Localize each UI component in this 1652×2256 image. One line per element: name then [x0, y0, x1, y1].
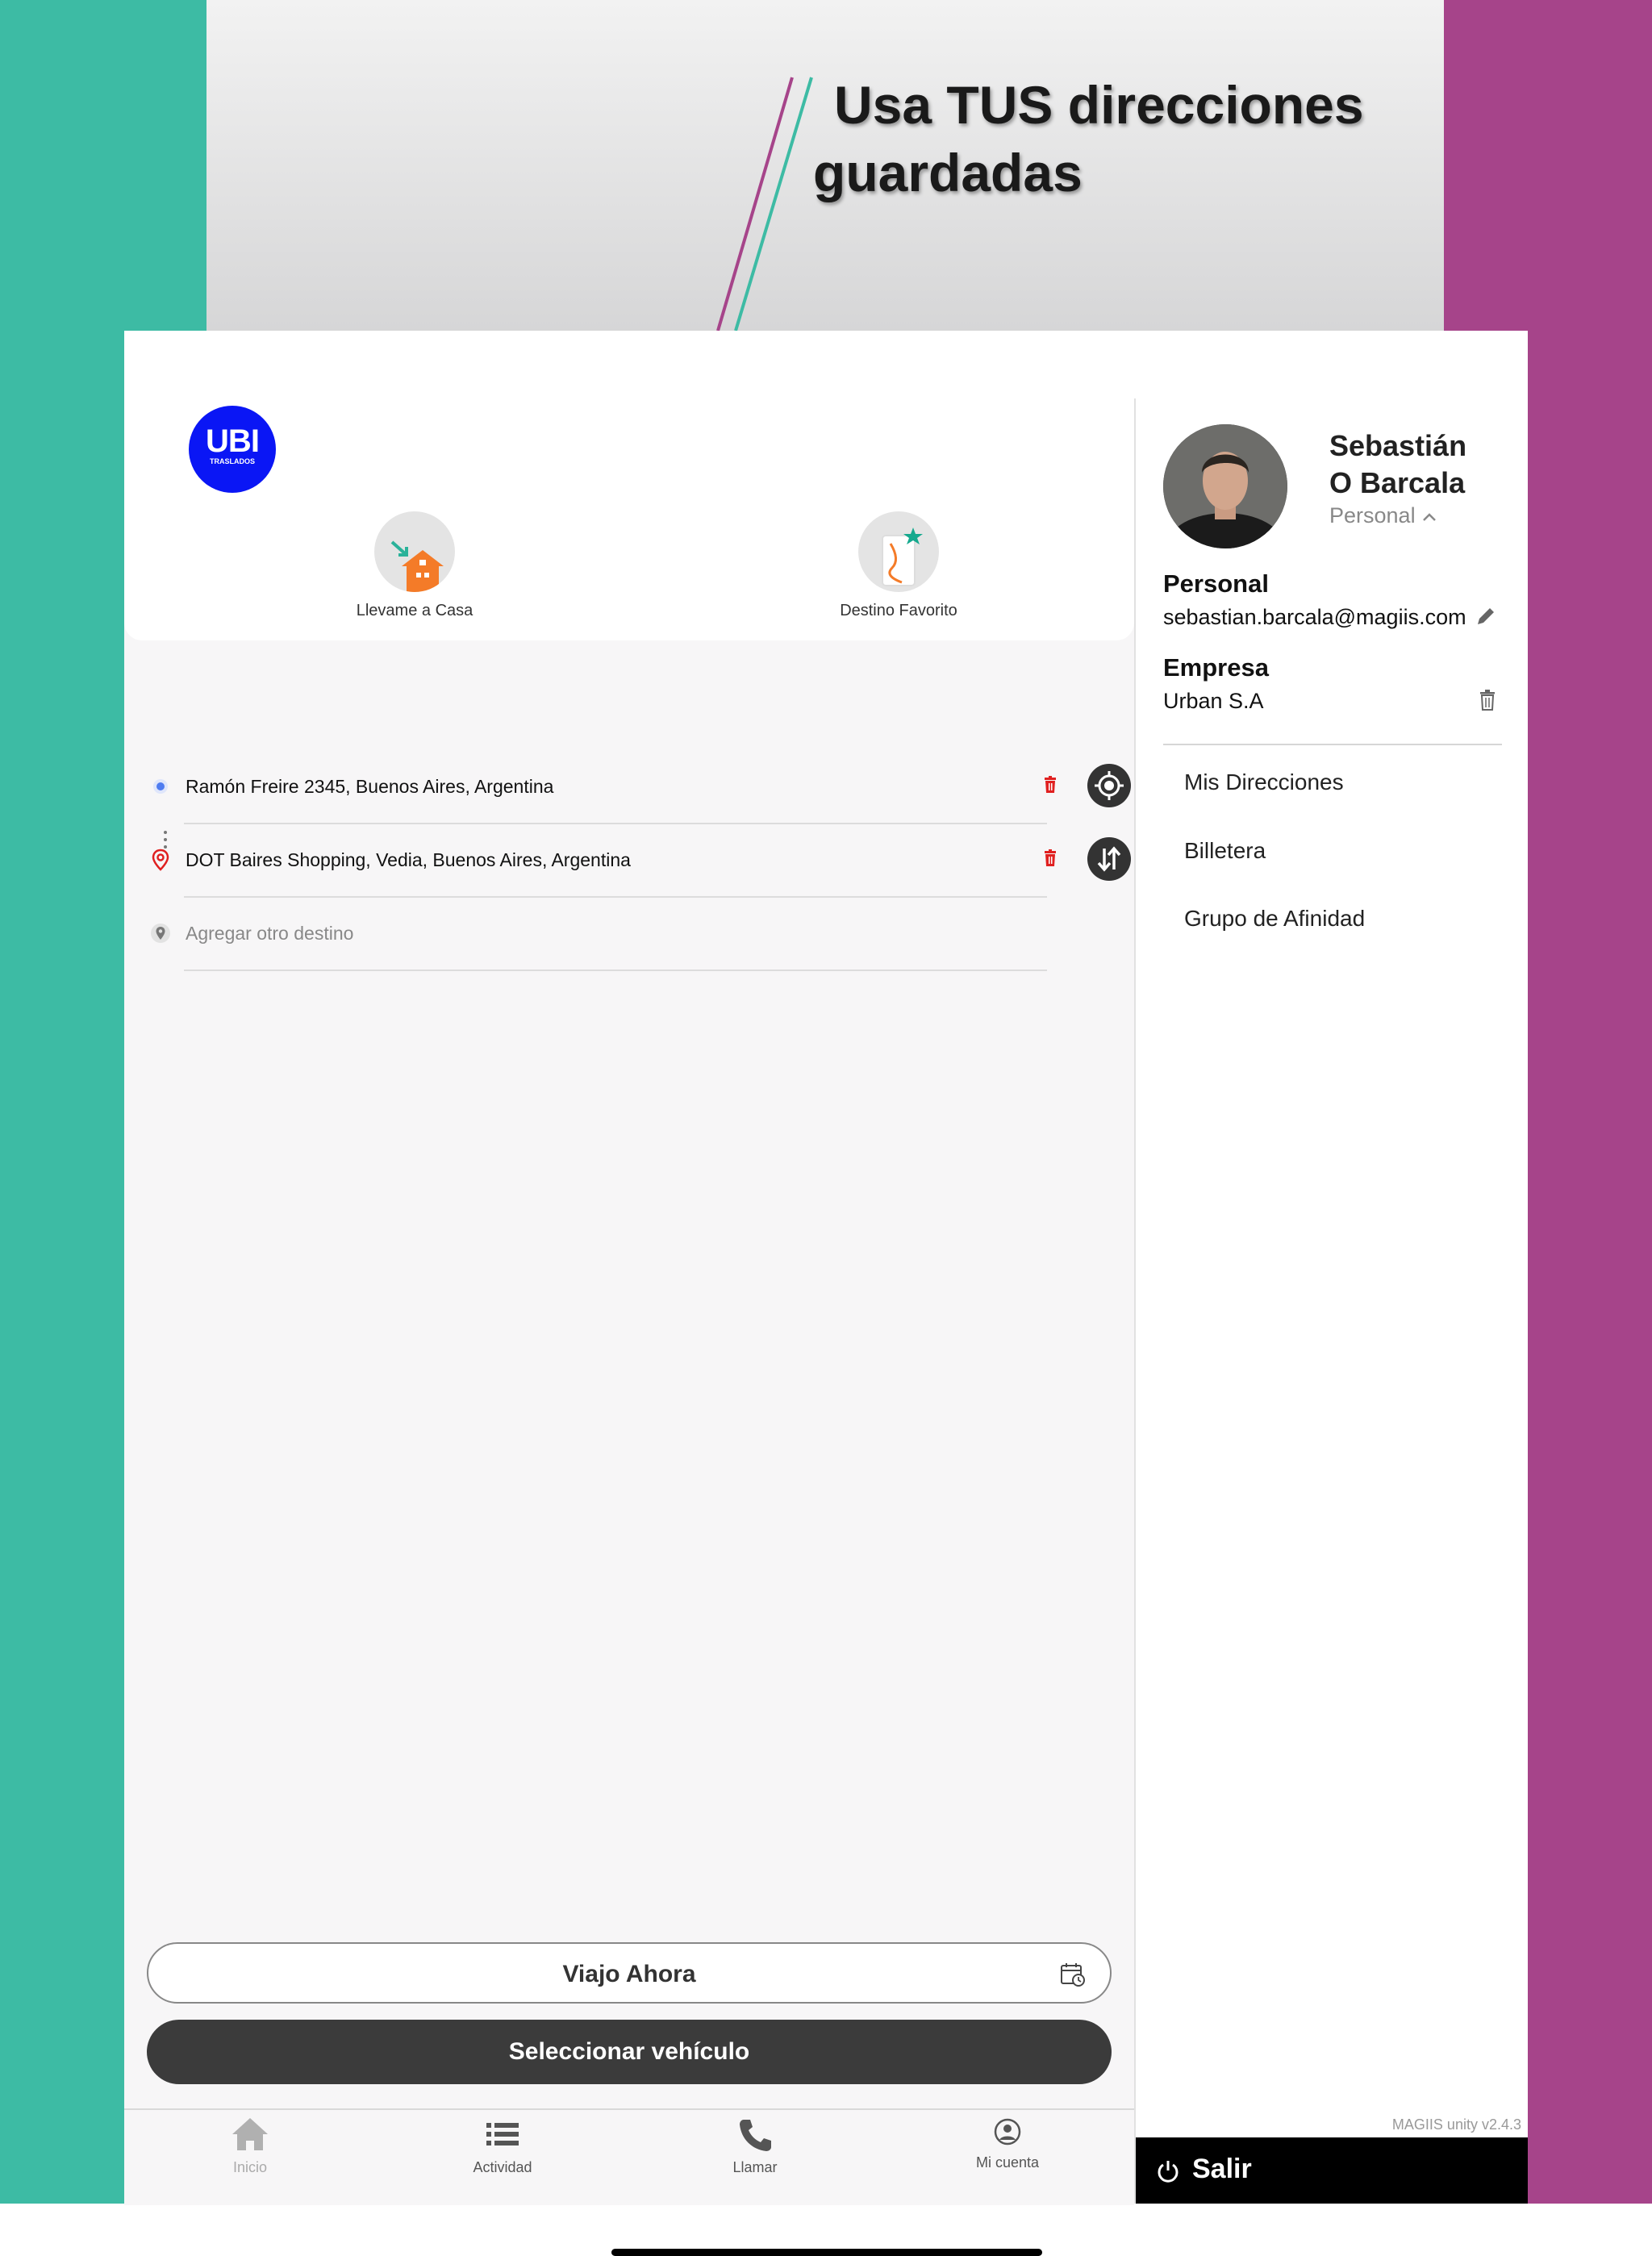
- nav-actividad[interactable]: Actividad: [422, 2116, 583, 2176]
- origin-dot-icon: [153, 779, 168, 794]
- divider: [1163, 744, 1502, 745]
- location-pin-icon: [152, 849, 169, 871]
- crosshair-icon: [1095, 771, 1124, 800]
- nav-llamar-label: Llamar: [732, 2159, 778, 2175]
- nav-llamar[interactable]: Llamar: [674, 2116, 836, 2176]
- bottom-nav: Inicio Actividad Llamar Mi cuenta: [124, 2108, 1134, 2205]
- personal-email: sebastian.barcala@magiis.com: [1163, 605, 1466, 629]
- headline-line-1: Usa TUS direcciones: [834, 75, 1364, 135]
- chevron-up-icon: [1423, 513, 1436, 521]
- home-icon: [232, 2118, 268, 2150]
- quick-action-home[interactable]: Llevame a Casa: [318, 511, 511, 620]
- banner-headline: Usa TUS direcciones guardadas: [813, 71, 1364, 206]
- account-icon: [994, 2118, 1021, 2145]
- menu-grupo-afinidad[interactable]: Grupo de Afinidad: [1184, 906, 1365, 932]
- company-name: Urban S.A: [1163, 689, 1264, 713]
- destination-address: DOT Baires Shopping, Vedia, Buenos Aires…: [186, 849, 631, 870]
- user-name: Sebastián O Barcala: [1329, 427, 1466, 502]
- avatar: [1163, 424, 1287, 548]
- trash-icon[interactable]: [1478, 689, 1497, 711]
- app-logo: UBI TRASLADOS: [189, 406, 276, 493]
- header-card: UBI TRASLADOS Llevame a Casa Destino Fav…: [124, 398, 1134, 640]
- origin-address: Ramón Freire 2345, Buenos Aires, Argenti…: [186, 776, 554, 797]
- destination-row[interactable]: DOT Baires Shopping, Vedia, Buenos Aires…: [148, 827, 1131, 898]
- tablet-screen: UBI TRASLADOS Llevame a Casa Destino Fav…: [124, 331, 1528, 2256]
- profile-type-label: Personal: [1329, 503, 1416, 528]
- home-icon: [374, 511, 455, 592]
- nav-mi-cuenta[interactable]: Mi cuenta: [927, 2116, 1088, 2171]
- favorite-destination-icon: [858, 511, 939, 592]
- power-icon: [1158, 2161, 1179, 2183]
- divider: [184, 970, 1047, 971]
- swap-button[interactable]: [1087, 837, 1131, 881]
- company-title: Empresa: [1163, 653, 1269, 682]
- trash-icon[interactable]: [1042, 849, 1058, 867]
- trip-time-selector[interactable]: Viajo Ahora: [147, 1942, 1112, 2004]
- add-destination-input[interactable]: Agregar otro destino: [186, 923, 353, 945]
- quick-action-favorite-label: Destino Favorito: [840, 602, 957, 619]
- profile-sidebar: Sebastián O Barcala Personal Personal se…: [1134, 398, 1528, 2204]
- promo-banner: Usa TUS direcciones guardadas: [206, 0, 1444, 331]
- personal-title: Personal: [1163, 569, 1269, 598]
- location-pin-icon: [151, 924, 170, 943]
- phone-icon: [740, 2120, 771, 2151]
- logo-subtext: TRASLADOS: [210, 457, 255, 465]
- headline-line-2: guardadas: [813, 143, 1083, 202]
- main-panel: UBI TRASLADOS Llevame a Casa Destino Fav…: [124, 398, 1134, 2256]
- trip-time-label: Viajo Ahora: [562, 1961, 696, 1987]
- profile-type-toggle[interactable]: Personal: [1329, 503, 1437, 528]
- quick-action-favorite[interactable]: Destino Favorito: [802, 511, 995, 620]
- swap-arrows-icon: [1097, 846, 1121, 872]
- add-destination-row[interactable]: Agregar otro destino: [148, 900, 1108, 971]
- decorative-lines-icon: [716, 77, 813, 331]
- origin-row[interactable]: Ramón Freire 2345, Buenos Aires, Argenti…: [148, 753, 1131, 824]
- user-first-name: Sebastián: [1329, 429, 1467, 462]
- select-vehicle-button[interactable]: Seleccionar vehículo: [147, 2020, 1112, 2084]
- divider: [184, 896, 1047, 898]
- divider: [184, 823, 1047, 824]
- nav-actividad-label: Actividad: [473, 2159, 532, 2175]
- home-indicator: [611, 2249, 1042, 2256]
- menu-billetera[interactable]: Billetera: [1184, 838, 1266, 864]
- logout-button[interactable]: Salir: [1136, 2137, 1528, 2204]
- list-icon: [486, 2123, 519, 2145]
- nav-mi-cuenta-label: Mi cuenta: [975, 2154, 1040, 2171]
- logout-label: Salir: [1192, 2154, 1252, 2184]
- menu-mis-direcciones[interactable]: Mis Direcciones: [1184, 769, 1344, 795]
- locate-button[interactable]: [1087, 764, 1131, 807]
- edit-pencil-icon[interactable]: [1475, 605, 1497, 628]
- app-version: MAGIIS unity v2.4.3: [1391, 2116, 1521, 2133]
- quick-action-home-label: Llevame a Casa: [356, 602, 473, 619]
- trash-icon[interactable]: [1042, 776, 1058, 794]
- calendar-clock-icon[interactable]: [1060, 1962, 1086, 1987]
- logo-text: UBI: [206, 423, 260, 459]
- nav-inicio[interactable]: Inicio: [169, 2116, 331, 2176]
- nav-inicio-label: Inicio: [232, 2159, 268, 2175]
- user-last-name: O Barcala: [1329, 466, 1466, 499]
